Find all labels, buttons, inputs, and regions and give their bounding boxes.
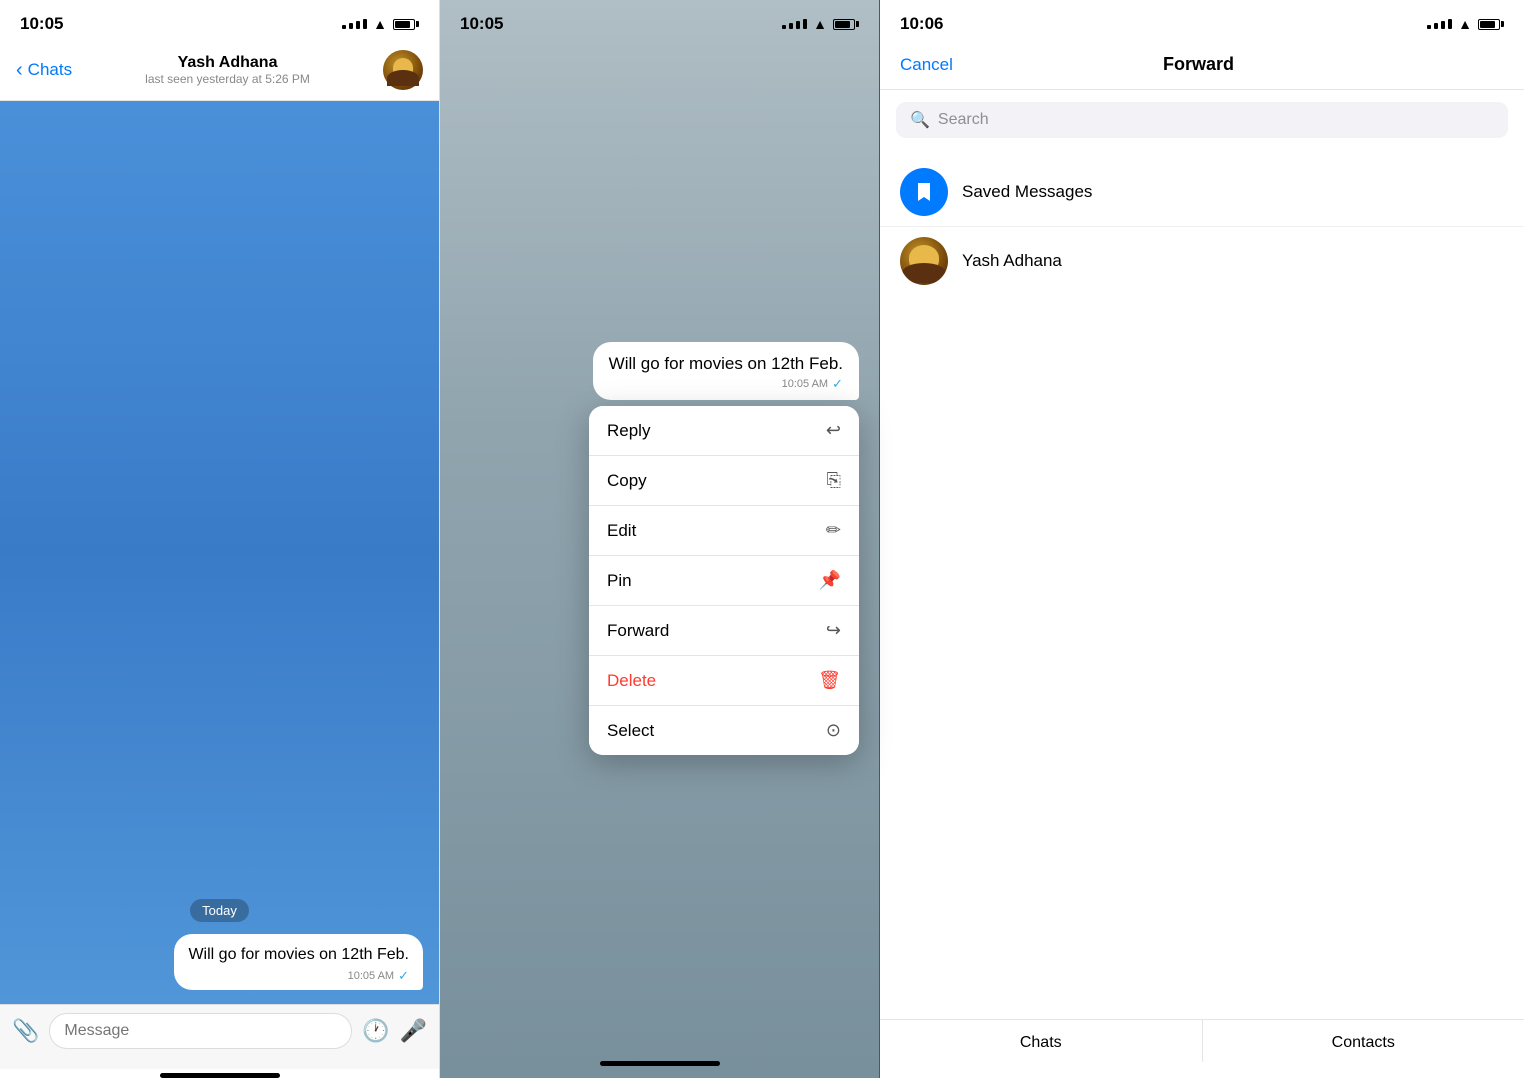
search-bar[interactable]: 🔍 Search: [896, 102, 1508, 138]
home-bar-1: [160, 1073, 280, 1078]
pin-icon: 📌: [819, 570, 841, 591]
panel-context: 10:05 ▲ Will go for movies on 12th Feb. …: [440, 0, 880, 1078]
copy-label: Copy: [607, 471, 647, 491]
tab-chats[interactable]: Chats: [880, 1020, 1203, 1062]
select-label: Select: [607, 721, 654, 741]
yash-contact-label: Yash Adhana: [962, 251, 1062, 271]
list-item-saved[interactable]: Saved Messages: [880, 158, 1524, 227]
battery-icon-1: [393, 19, 419, 30]
context-content: Will go for movies on 12th Feb. 10:05 AM…: [440, 44, 879, 1053]
wifi-icon-1: ▲: [373, 16, 387, 32]
list-item-yash[interactable]: Yash Adhana: [880, 227, 1524, 295]
signal-icon-2: [782, 19, 807, 29]
battery-icon-3: [1478, 19, 1504, 30]
status-icons-3: ▲: [1427, 16, 1504, 32]
search-placeholder: Search: [938, 111, 989, 129]
status-bar-2: 10:05 ▲: [440, 0, 879, 44]
context-check-icon: ✓: [832, 376, 843, 392]
bookmark-icon: [912, 180, 936, 204]
forward-label: Forward: [607, 621, 669, 641]
contact-name: Yash Adhana: [82, 54, 373, 72]
cancel-button[interactable]: Cancel: [900, 55, 953, 75]
context-menu-forward[interactable]: Forward ↪: [589, 606, 859, 656]
chat-body: Today Will go for movies on 12th Feb. 10…: [0, 101, 439, 1004]
status-time-2: 10:05: [460, 14, 503, 34]
forward-title: Forward: [1163, 54, 1234, 75]
context-message-bubble: Will go for movies on 12th Feb. 10:05 AM…: [593, 342, 859, 400]
context-message-meta: 10:05 AM ✓: [609, 376, 843, 392]
contact-status: last seen yesterday at 5:26 PM: [82, 72, 373, 86]
context-message-text: Will go for movies on 12th Feb.: [609, 354, 843, 374]
message-meta: 10:05 AM ✓: [188, 968, 409, 984]
tab-contacts[interactable]: Contacts: [1203, 1020, 1524, 1062]
context-menu-edit[interactable]: Edit ✏: [589, 506, 859, 556]
panel-forward: 10:06 ▲ Cancel Forward 🔍 Search: [880, 0, 1524, 1078]
status-time-1: 10:05: [20, 14, 63, 34]
saved-messages-label: Saved Messages: [962, 182, 1092, 202]
home-bar-2: [600, 1061, 720, 1066]
select-icon: ⊙: [826, 720, 841, 741]
wifi-icon-3: ▲: [1458, 16, 1472, 32]
sticker-icon[interactable]: 🕐: [362, 1018, 389, 1044]
forward-icon: ↪: [826, 620, 841, 641]
message-text: Will go for movies on 12th Feb.: [188, 944, 409, 966]
wifi-icon-2: ▲: [813, 16, 827, 32]
status-bar-3: 10:06 ▲: [880, 0, 1524, 44]
mic-icon[interactable]: 🎤: [400, 1018, 427, 1044]
avatar[interactable]: [383, 50, 423, 90]
reply-icon: ↩: [826, 420, 841, 441]
today-badge: Today: [190, 899, 249, 922]
back-button[interactable]: ‹ Chats: [16, 59, 72, 82]
chat-header-center: Yash Adhana last seen yesterday at 5:26 …: [82, 54, 373, 86]
chat-input-bar: 📎 🕐 🎤: [0, 1004, 439, 1069]
attachment-icon[interactable]: 📎: [12, 1018, 39, 1044]
forward-tabs: Chats Contacts: [880, 1019, 1524, 1078]
back-chevron-icon: ‹: [16, 59, 23, 82]
forward-header: Cancel Forward: [880, 44, 1524, 90]
panel-chat: 10:05 ▲ ‹ Chats Yash Adhana last see: [0, 0, 440, 1078]
signal-icon-1: [342, 19, 367, 29]
yash-avatar: [900, 237, 948, 285]
delete-label: Delete: [607, 671, 656, 691]
status-time-3: 10:06: [900, 14, 943, 34]
status-bar-1: 10:05 ▲: [0, 0, 439, 44]
message-time: 10:05 AM: [348, 970, 394, 982]
battery-icon-2: [833, 19, 859, 30]
message-bubble: Will go for movies on 12th Feb. 10:05 AM…: [174, 934, 423, 990]
message-input[interactable]: [49, 1013, 352, 1049]
status-icons-2: ▲: [782, 16, 859, 32]
chat-header: ‹ Chats Yash Adhana last seen yesterday …: [0, 44, 439, 101]
status-icons-1: ▲: [342, 16, 419, 32]
delete-icon: 🗑: [818, 670, 841, 691]
saved-messages-avatar: [900, 168, 948, 216]
message-check-icon: ✓: [398, 968, 409, 984]
edit-icon: ✏: [826, 520, 841, 541]
back-label: Chats: [28, 60, 72, 80]
edit-label: Edit: [607, 521, 636, 541]
context-menu-delete[interactable]: Delete 🗑: [589, 656, 859, 706]
forward-list: Saved Messages Yash Adhana: [880, 150, 1524, 1019]
signal-icon-3: [1427, 19, 1452, 29]
reply-label: Reply: [607, 421, 650, 441]
context-menu-reply[interactable]: Reply ↩: [589, 406, 859, 456]
context-menu-select[interactable]: Select ⊙: [589, 706, 859, 755]
context-message-time: 10:05 AM: [782, 378, 828, 390]
search-icon: 🔍: [910, 110, 930, 130]
context-menu: Reply ↩ Copy ⎘ Edit ✏ Pin 📌 Forward ↪ De…: [589, 406, 859, 755]
context-menu-copy[interactable]: Copy ⎘: [589, 456, 859, 506]
context-menu-pin[interactable]: Pin 📌: [589, 556, 859, 606]
pin-label: Pin: [607, 571, 632, 591]
copy-icon: ⎘: [827, 470, 841, 491]
